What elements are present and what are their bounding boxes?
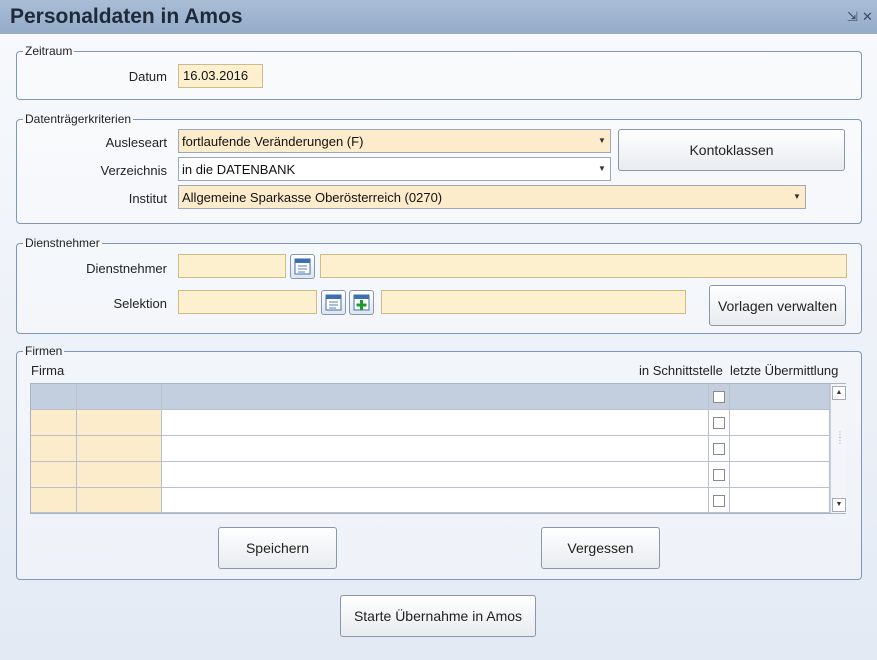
kontoklassen-button[interactable]: Kontoklassen <box>618 129 845 171</box>
table-cell-name <box>162 410 709 436</box>
schnittstelle-checkbox[interactable] <box>713 443 725 455</box>
selektion-label: Selektion <box>113 296 167 311</box>
dienstnehmer-legend: Dienstnehmer <box>25 236 100 250</box>
select-all-checkbox[interactable] <box>713 391 725 403</box>
table-cell-checkbox <box>709 488 730 513</box>
datum-label: Datum <box>128 69 167 84</box>
vorlagen-verwalten-button[interactable]: Vorlagen verwalten <box>709 285 846 326</box>
table-header-cell <box>730 384 830 410</box>
table-cell-nr[interactable] <box>77 436 162 462</box>
ausleseart-value: fortlaufende Veränderungen (F) <box>182 134 364 149</box>
firmen-legend: Firmen <box>25 344 63 358</box>
dienstnehmer-field[interactable] <box>178 254 286 278</box>
table-cell-name <box>162 462 709 488</box>
chevron-down-icon[interactable]: ▼ <box>595 159 609 179</box>
table-cell-uebermittlung <box>730 410 830 436</box>
table-cell-nr[interactable] <box>77 410 162 436</box>
speichern-button[interactable]: Speichern <box>218 527 337 569</box>
datum-field[interactable]: 16.03.2016 <box>178 64 263 88</box>
add-selection-icon[interactable] <box>349 290 374 315</box>
verzeichnis-select[interactable]: in die DATENBANK ▼ <box>178 157 611 181</box>
scroll-up-icon[interactable]: ▲ <box>832 386 846 400</box>
table-header-cell <box>77 384 162 410</box>
table-cell-nr[interactable] <box>77 462 162 488</box>
schnittstelle-checkbox[interactable] <box>713 469 725 481</box>
table-cell-checkbox <box>709 462 730 488</box>
table-cell-uebermittlung <box>730 462 830 488</box>
table-header-cell <box>709 384 730 410</box>
table-cell-nr[interactable] <box>77 488 162 513</box>
ausleseart-label: Ausleseart <box>105 135 167 150</box>
firmen-table <box>30 383 846 514</box>
table-cell-firma[interactable] <box>31 410 77 436</box>
vergessen-button[interactable]: Vergessen <box>541 527 660 569</box>
ausleseart-select[interactable]: fortlaufende Veränderungen (F) ▼ <box>178 129 611 153</box>
table-cell-uebermittlung <box>730 436 830 462</box>
window-title: Personaldaten in Amos <box>10 5 243 28</box>
table-cell-name <box>162 488 709 513</box>
verzeichnis-label: Verzeichnis <box>100 163 167 178</box>
institut-label: Institut <box>128 191 167 206</box>
table-scrollbar[interactable]: ▲ ⋮ ⋮ ▼ <box>830 384 846 513</box>
starte-uebernahme-button[interactable]: Starte Übernahme in Amos <box>340 595 536 637</box>
chevron-down-icon[interactable]: ▼ <box>595 131 609 151</box>
close-icon[interactable]: ✕ <box>862 9 873 25</box>
table-header-cell <box>162 384 709 410</box>
table-cell-checkbox <box>709 410 730 436</box>
list-lookup-icon[interactable] <box>321 290 346 315</box>
table-cell-uebermittlung <box>730 488 830 513</box>
minimize-icon[interactable]: ⇲ <box>847 9 858 25</box>
table-cell-checkbox <box>709 436 730 462</box>
zeitraum-legend: Zeitraum <box>25 44 73 58</box>
table-cell-firma[interactable] <box>31 488 77 513</box>
title-bar: Personaldaten in Amos ⇲ ✕ <box>0 0 877 34</box>
datentraeger-legend: Datenträgerkriterien <box>25 112 132 126</box>
list-lookup-icon[interactable] <box>290 254 315 279</box>
chevron-down-icon[interactable]: ▼ <box>790 187 804 207</box>
institut-value: Allgemeine Sparkasse Oberösterreich (027… <box>182 190 443 205</box>
col-uebermittlung-header: letzte Übermittlung <box>730 363 839 378</box>
dienstnehmer-name-field[interactable] <box>320 254 847 278</box>
table-cell-firma[interactable] <box>31 462 77 488</box>
table-cell-firma[interactable] <box>31 436 77 462</box>
selektion-field[interactable] <box>178 290 317 314</box>
schnittstelle-checkbox[interactable] <box>713 417 725 429</box>
verzeichnis-value: in die DATENBANK <box>182 162 296 177</box>
col-schnittstelle-header: in Schnittstelle <box>639 363 723 378</box>
schnittstelle-checkbox[interactable] <box>713 495 725 507</box>
dienstnehmer-label: Dienstnehmer <box>86 261 167 276</box>
scroll-down-icon[interactable]: ▼ <box>832 498 846 512</box>
col-firma-header: Firma <box>31 363 65 378</box>
selektion-name-field[interactable] <box>381 290 686 314</box>
table-header-cell <box>31 384 77 410</box>
table-cell-name <box>162 436 709 462</box>
institut-select[interactable]: Allgemeine Sparkasse Oberösterreich (027… <box>178 185 806 209</box>
scroll-grip-icon[interactable]: ⋮ ⋮ <box>836 431 844 445</box>
